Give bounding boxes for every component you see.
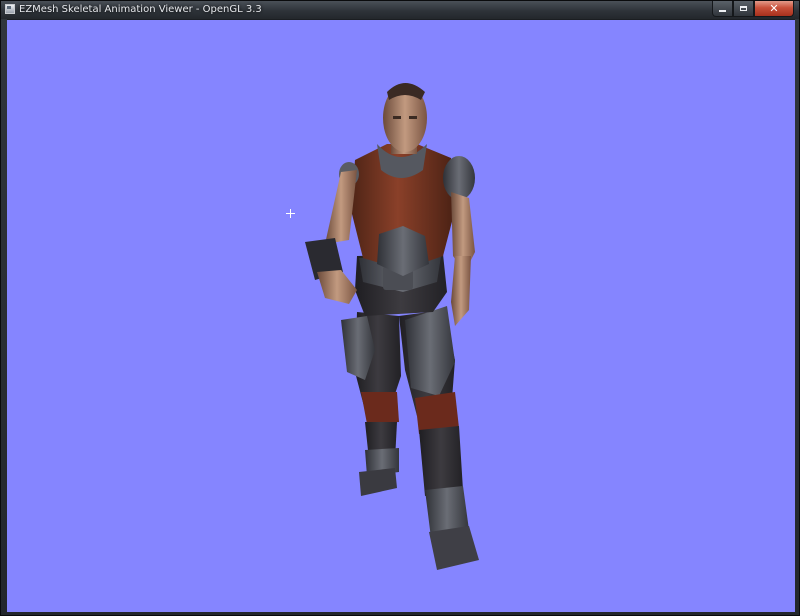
character-head (383, 83, 427, 154)
minimize-button[interactable] (712, 1, 733, 17)
character-model (305, 83, 479, 570)
maximize-icon (740, 6, 747, 11)
character-right-arm (451, 192, 475, 326)
minimize-icon (719, 10, 726, 12)
application-window: EZMesh Skeletal Animation Viewer - OpenG… (0, 0, 800, 616)
window-title: EZMesh Skeletal Animation Viewer - OpenG… (19, 4, 262, 15)
maximize-button[interactable] (733, 1, 754, 17)
character-torso (351, 144, 455, 276)
caption-buttons: ✕ (712, 1, 794, 17)
character-shoulder-pad (443, 156, 475, 200)
character-left-arm (305, 170, 357, 304)
app-window-icon[interactable] (5, 4, 15, 14)
character-right-leg (399, 306, 479, 570)
close-button[interactable]: ✕ (754, 1, 794, 17)
character-left-leg (341, 312, 401, 496)
close-icon: ✕ (769, 2, 779, 15)
title-bar[interactable]: EZMesh Skeletal Animation Viewer - OpenG… (1, 1, 799, 19)
opengl-viewport[interactable] (7, 19, 795, 612)
